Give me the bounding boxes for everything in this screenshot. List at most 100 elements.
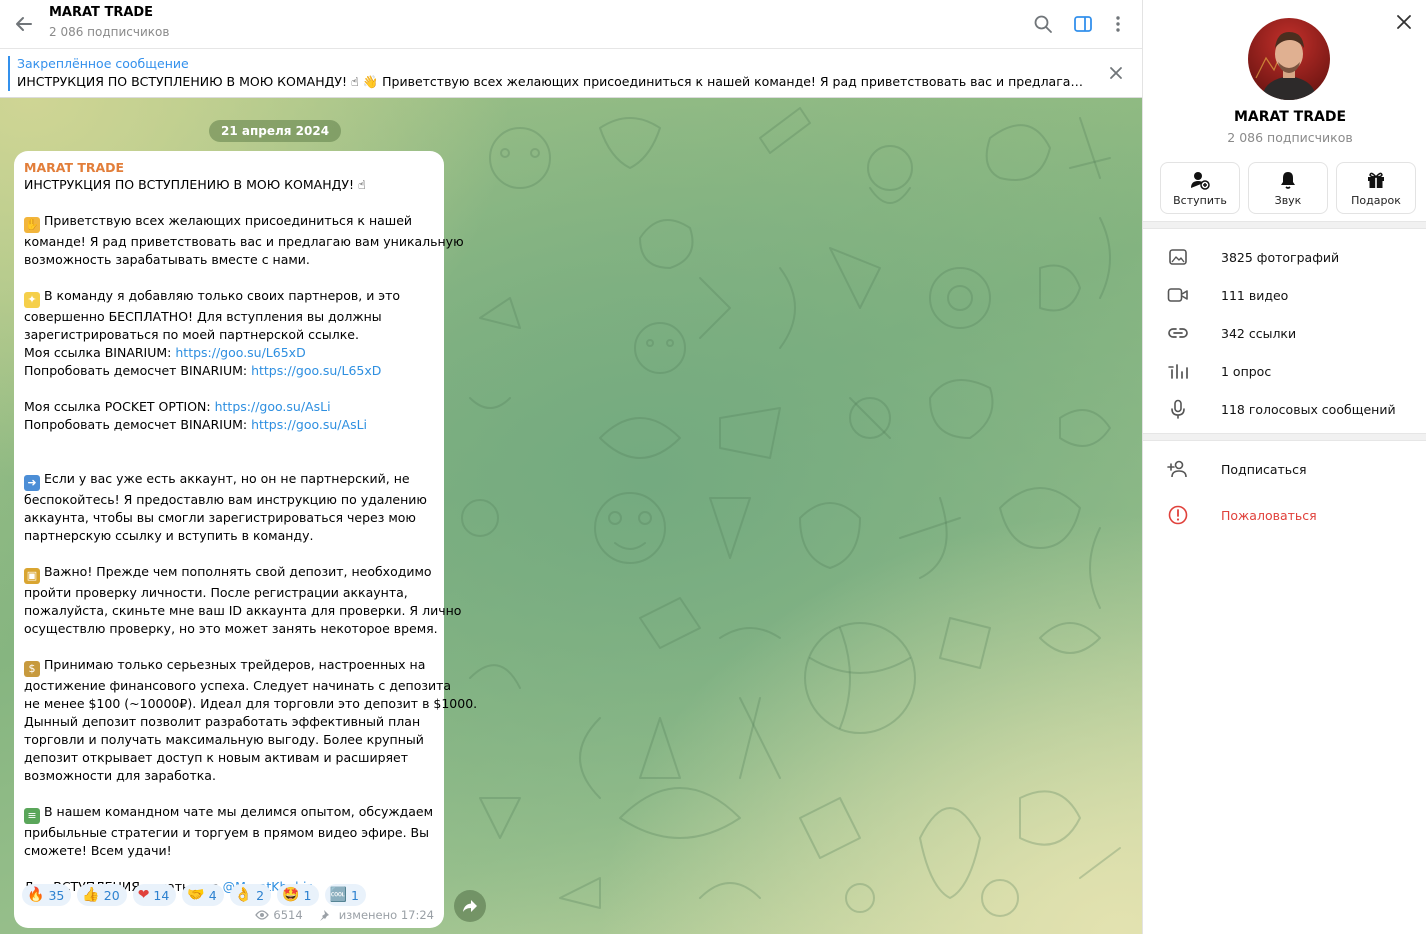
section-divider xyxy=(1143,433,1426,441)
media-photos-row[interactable]: 3825 фотографий xyxy=(1143,238,1426,276)
media-voice-row[interactable]: 118 голосовых сообщений xyxy=(1143,390,1426,428)
message-line: сможете! Всем удачи! xyxy=(24,843,172,858)
reaction-handshake[interactable]: 🤝 4 xyxy=(182,884,224,906)
gift-icon xyxy=(1368,172,1384,188)
chat-subscriber-count: 2 086 подписчиков xyxy=(49,25,170,39)
message-line: возможности для заработка. xyxy=(24,768,216,783)
report-row[interactable]: Пожаловаться xyxy=(1143,496,1426,534)
more-vertical-icon xyxy=(1116,16,1120,32)
money-bag-icon: $ xyxy=(24,661,40,677)
message-line: Попробовать демосчет BINARIUM: https://g… xyxy=(24,363,382,378)
forward-button[interactable] xyxy=(454,890,486,922)
ok-hand-icon: 👌 xyxy=(234,887,253,903)
pinned-title: Закреплённое сообщение xyxy=(17,56,189,71)
message-line: пройти проверку личности. После регистра… xyxy=(24,585,408,600)
message-line: депозит открывает доступ к новым активам… xyxy=(24,750,409,765)
thumbs-up-icon: 👍 xyxy=(82,887,100,903)
message-line: Моя ссылка POCKET OPTION: https://goo.su… xyxy=(24,399,331,414)
media-links-row[interactable]: 342 ссылки xyxy=(1143,314,1426,352)
channel-name: MARAT TRADE xyxy=(1233,109,1347,125)
reaction-fire[interactable]: 🔥 35 xyxy=(22,884,72,906)
pinned-close-button[interactable] xyxy=(1106,63,1126,83)
channel-subscriber-count: 2 086 подписчиков xyxy=(1227,130,1353,145)
message-line: не менее $100 (~10000₽). Идеал для торго… xyxy=(24,696,478,711)
reaction-cool[interactable]: 🆒 1 xyxy=(324,884,366,906)
message-line: совершенно БЕСПЛАТНО! Для вступления вы … xyxy=(24,309,382,324)
channel-info-sidebar: MARAT TRADE 2 086 подписчиков Вступить З… xyxy=(1142,0,1426,934)
message-line: осуществлю проверку, но это может занять… xyxy=(24,621,438,636)
message-line: ▣ Важно! Прежде чем пополнять свой депози… xyxy=(24,563,434,584)
message-line: ИНСТРУКЦИЯ ПО ВСТУПЛЕНИЮ В МОЮ КОМАНДУ! … xyxy=(24,177,366,192)
message-line: прибыльные стратегии и торгуем в прямом … xyxy=(24,825,429,840)
sidebar-panel-icon xyxy=(1074,16,1092,32)
avatar-portrait-icon xyxy=(1248,18,1330,100)
pinned-indicator xyxy=(8,56,10,91)
reaction-thumbs-up[interactable]: 👍 20 xyxy=(77,884,127,906)
reaction-heart[interactable]: ❤ 14 xyxy=(132,884,177,906)
binarium-demo-link[interactable]: https://goo.su/L65xD xyxy=(251,363,381,378)
pinned-message-bar[interactable]: Закреплённое сообщение ИНСТРУКЦИЯ ПО ВСТ… xyxy=(0,49,1142,98)
channel-avatar[interactable] xyxy=(1248,18,1330,100)
chat-panel: MARAT TRADE 2 086 подписчиков Закреплённ… xyxy=(0,0,1142,934)
binarium-link[interactable]: https://goo.su/L65xD xyxy=(175,345,305,360)
pocket-option-link[interactable]: https://goo.su/AsLi xyxy=(215,399,331,414)
pin-icon xyxy=(319,910,329,921)
chat-header: MARAT TRADE 2 086 подписчиков xyxy=(0,0,1142,49)
message-line: возможность зарабатывать вместе с нами. xyxy=(24,252,310,267)
message-line: команде! Я рад приветствовать вас и пред… xyxy=(24,234,464,249)
photo-icon xyxy=(1167,247,1189,267)
gift-button[interactable]: Подарок xyxy=(1336,162,1416,214)
chat-title[interactable]: MARAT TRADE xyxy=(49,5,153,20)
section-divider xyxy=(1143,221,1426,229)
message-line: зарегистрироваться по моей партнерской с… xyxy=(24,327,359,342)
message-line: ≡ В нашем командном чате мы делимся опыто… xyxy=(24,803,434,824)
message-line: торговли и получать максимальную выгоду.… xyxy=(24,732,424,747)
video-icon xyxy=(1167,285,1189,305)
date-separator: 21 апреля 2024 xyxy=(209,120,342,142)
message-line: пожалуйста, скиньте мне ваш ID аккаунта … xyxy=(24,603,462,618)
link-icon xyxy=(1167,323,1189,343)
reactions-bar: 🔥 35 👍 20 ❤ 14 🤝 4 👌 2 🤩 1 🆒 1 xyxy=(22,884,366,906)
message-meta: 6514 изменено 17:24 xyxy=(255,908,434,922)
microphone-icon xyxy=(1167,399,1189,419)
back-button[interactable] xyxy=(10,10,38,38)
view-count: 6514 xyxy=(273,908,303,922)
edited-time: изменено 17:24 xyxy=(338,908,434,922)
message-line: ✦ В команду я добавляю только своих партн… xyxy=(24,287,434,308)
message-bubble[interactable]: MARAT TRADE ИНСТРУКЦИЯ ПО ВСТУПЛЕНИЮ В М… xyxy=(14,151,478,928)
sound-button[interactable]: Звук xyxy=(1248,162,1328,214)
reaction-star-eyes[interactable]: 🤩 1 xyxy=(277,884,319,906)
arrow-right-icon: ➜ xyxy=(24,475,40,491)
message-author[interactable]: MARAT TRADE xyxy=(24,160,434,176)
media-polls-row[interactable]: 1 опрос xyxy=(1143,352,1426,390)
handshake-icon: 🤝 xyxy=(187,887,205,903)
reaction-ok-hand[interactable]: 👌 2 xyxy=(229,884,272,906)
message-line: достижение финансового успеха. Следует н… xyxy=(24,678,452,693)
add-user-icon xyxy=(1167,459,1189,479)
pinned-text: ИНСТРУКЦИЯ ПО ВСТУПЛЕНИЮ В МОЮ КОМАНДУ! … xyxy=(17,74,1092,89)
pocket-demo-link[interactable]: https://goo.su/AsLi xyxy=(251,417,367,432)
toggle-sidebar-button[interactable] xyxy=(1069,10,1097,38)
message-line: партнерскую ссылку и вступить в команду. xyxy=(24,528,314,543)
bell-icon xyxy=(1281,171,1295,189)
close-icon xyxy=(1397,15,1411,29)
cool-icon: 🆒 xyxy=(329,887,347,903)
lock-icon: ▣ xyxy=(24,568,40,584)
share-arrow-icon xyxy=(463,900,477,912)
alert-circle-icon xyxy=(1167,505,1189,525)
search-button[interactable] xyxy=(1029,10,1057,38)
subscribe-row[interactable]: Подписаться xyxy=(1143,450,1426,488)
message-line: Попробовать демосчет BINARIUM: https://g… xyxy=(24,417,368,432)
message-line: Дынный депозит позволит разработать эффе… xyxy=(24,714,421,729)
books-icon: ≡ xyxy=(24,808,40,824)
fire-icon: 🔥 xyxy=(27,887,45,903)
more-menu-button[interactable] xyxy=(1104,10,1132,38)
message-line: аккаунта, чтобы вы смогли зарегистрирова… xyxy=(24,510,416,525)
waving-hand-icon: ✋ xyxy=(24,217,40,233)
media-videos-row[interactable]: 111 видео xyxy=(1143,276,1426,314)
add-user-icon xyxy=(1191,171,1210,190)
message-line: Моя ссылка BINARIUM: https://goo.su/L65x… xyxy=(24,345,306,360)
close-icon xyxy=(1110,67,1122,79)
join-button[interactable]: Вступить xyxy=(1160,162,1240,214)
sidebar-close-button[interactable] xyxy=(1392,10,1416,34)
